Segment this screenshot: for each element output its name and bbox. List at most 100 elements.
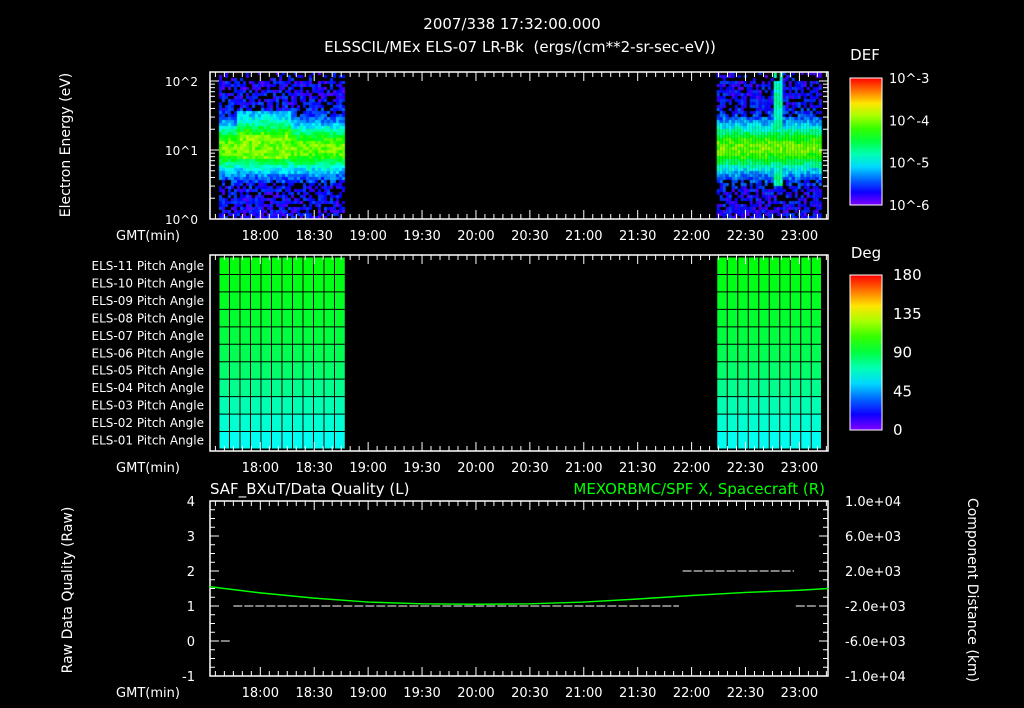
deg-colorbar xyxy=(849,274,883,431)
x-tick-label: 20:00 xyxy=(457,229,494,244)
y-tick-label: 10^1 xyxy=(165,144,198,158)
y-tick-label-right: -6.0e+03 xyxy=(845,635,906,650)
pitch-angle-row-label: ELS-01 Pitch Angle xyxy=(92,434,204,448)
x-tick-label: 19:30 xyxy=(403,229,440,244)
spacecraft-x-point xyxy=(744,591,747,594)
x-tick-label: 18:30 xyxy=(295,461,332,476)
x-tick-label: 19:30 xyxy=(403,686,440,701)
colorbar-label-def: DEF xyxy=(850,46,880,64)
colorbar-tick-label: 10^-4 xyxy=(889,114,929,129)
pitch-angle-panel: Deg ELS-11 Pitch Angle ELS-10 Pitch Angle… xyxy=(92,244,922,476)
colorbar-tick-label: 0 xyxy=(893,421,903,439)
colorbar-tick-label: 10^-3 xyxy=(889,72,929,87)
spacecraft-x-point xyxy=(367,601,369,603)
x-tick-label: 22:00 xyxy=(673,461,710,476)
pitch-angle-row-label: ELS-07 Pitch Angle xyxy=(92,329,204,343)
y-tick-label: 10^2 xyxy=(165,75,198,89)
x-tick-label: 19:30 xyxy=(403,461,440,476)
colorbar-tick-label: 10^-5 xyxy=(889,157,929,172)
x-tick-label: 23:00 xyxy=(781,461,818,476)
colorbar-tick-label: 135 xyxy=(893,305,922,323)
colorbar-tick-label: 90 xyxy=(893,344,912,362)
spacecraft-x-point xyxy=(529,603,531,605)
x-tick-label: 19:00 xyxy=(349,686,386,701)
x-tick-label: 21:00 xyxy=(565,229,602,244)
y-tick-label-right: 2.0e+03 xyxy=(845,565,901,580)
spacecraft-x-point xyxy=(421,603,423,605)
pitch-angle-row-label: ELS-11 Pitch Angle xyxy=(92,259,204,273)
x-axis-label-gmt: GMT(min) xyxy=(116,686,180,701)
plot-frame xyxy=(209,500,829,677)
plot-canvas: 2007/338 17:32:00.000 ELSSCIL/MEx ELS-07… xyxy=(58,15,980,701)
y-tick-label-right: -2.0e+03 xyxy=(845,600,906,615)
title-left: SAF_BXuT/Data Quality (L) xyxy=(210,480,410,499)
x-tick-label: 20:30 xyxy=(511,461,548,476)
y-tick-label: 10^0 xyxy=(165,213,198,227)
pitch-angle-row-label: ELS-05 Pitch Angle xyxy=(92,364,204,378)
x-tick-label: 20:30 xyxy=(511,686,548,701)
colorbar-tick-label: 10^-6 xyxy=(889,199,929,214)
spacecraft-x-point xyxy=(582,601,585,603)
x-tick-label: 21:00 xyxy=(565,686,602,701)
y-axis-label-left: Raw Data Quality (Raw) xyxy=(60,507,76,674)
colorbar-tick-label: 45 xyxy=(893,382,912,400)
y-tick-label-left: 3 xyxy=(187,530,195,545)
x-tick-label: 22:30 xyxy=(727,686,764,701)
pitch-angle-row-label: ELS-08 Pitch Angle xyxy=(92,311,204,325)
y-tick-label-left: 4 xyxy=(187,495,195,510)
x-tick-label: 18:30 xyxy=(295,686,332,701)
x-tick-label: 19:00 xyxy=(349,461,386,476)
y-tick-label-right: 1.0e+04 xyxy=(845,495,901,510)
colorbar-label-deg: Deg xyxy=(851,244,881,262)
pitch-angle-row-label: ELS-03 Pitch Angle xyxy=(92,399,204,413)
pitch-angle-row-label: ELS-02 Pitch Angle xyxy=(92,416,204,430)
x-tick-label: 21:00 xyxy=(565,461,602,476)
spacecraft-x-point xyxy=(209,585,211,588)
plot-frame xyxy=(209,71,829,220)
y-tick-label-left: -1 xyxy=(182,670,195,685)
y-axis-label-energy: Electron Energy (eV) xyxy=(58,73,74,217)
y-tick-label-left: 2 xyxy=(187,565,195,580)
x-tick-label: 18:00 xyxy=(242,461,279,476)
spacecraft-x-point xyxy=(259,592,262,594)
x-tick-label: 19:00 xyxy=(349,229,386,244)
x-tick-label: 20:00 xyxy=(457,461,494,476)
x-tick-label: 21:30 xyxy=(619,229,656,244)
x-tick-label: 22:30 xyxy=(727,229,764,244)
x-tick-label: 21:30 xyxy=(619,686,656,701)
spacecraft-x-point xyxy=(798,589,801,592)
spacecraft-x-point xyxy=(827,587,829,590)
x-tick-label: 18:30 xyxy=(295,229,332,244)
x-tick-label: 22:00 xyxy=(673,686,710,701)
x-tick-label: 20:30 xyxy=(511,229,548,244)
spacecraft-x-point xyxy=(313,597,316,599)
x-tick-label: 21:30 xyxy=(619,461,656,476)
spectrogram-panel: Electron Energy (eV) DEF 18:00 18:30 19:00… xyxy=(58,46,929,244)
y-tick-label-left: 0 xyxy=(187,635,195,650)
pitch-angle-row-label: ELS-09 Pitch Angle xyxy=(92,294,204,308)
plot-title: ELSSCIL/MEx ELS-07 LR-Bk (ergs/(cm**2-sr… xyxy=(324,38,716,56)
x-tick-label: 22:30 xyxy=(727,461,764,476)
x-tick-label: 23:00 xyxy=(781,229,818,244)
spacecraft-x-point xyxy=(475,603,477,606)
spacecraft-x-point xyxy=(636,598,639,600)
y-tick-label-right: 6.0e+03 xyxy=(845,530,901,545)
y-tick-label-left: 1 xyxy=(187,600,195,615)
x-tick-label: 18:00 xyxy=(242,229,279,244)
x-axis-label-gmt: GMT(min) xyxy=(116,461,180,476)
spacecraft-x-point xyxy=(690,594,693,597)
plot-timestamp: 2007/338 17:32:00.000 xyxy=(423,15,600,33)
def-colorbar xyxy=(849,77,883,206)
pitch-angle-row-label: ELS-04 Pitch Angle xyxy=(92,381,204,395)
colorbar-tick-label: 180 xyxy=(893,266,922,284)
title-right: MEXORBMC/SPF X, Spacecraft (R) xyxy=(573,480,825,498)
pitch-angle-row-label: ELS-06 Pitch Angle xyxy=(92,346,204,360)
data-quality-panel: SAF_BXuT/Data Quality (L) MEXORBMC/SPF X… xyxy=(60,480,980,701)
y-tick-label-right: -1.0e+04 xyxy=(845,670,906,685)
x-tick-label: 20:00 xyxy=(457,686,494,701)
x-tick-label: 23:00 xyxy=(781,686,818,701)
y-axis-label-right: Component Distance (km) xyxy=(964,498,980,682)
x-axis-label-gmt: GMT(min) xyxy=(116,229,180,244)
x-tick-label: 22:00 xyxy=(673,229,710,244)
spacecraft-x-line xyxy=(209,586,829,606)
